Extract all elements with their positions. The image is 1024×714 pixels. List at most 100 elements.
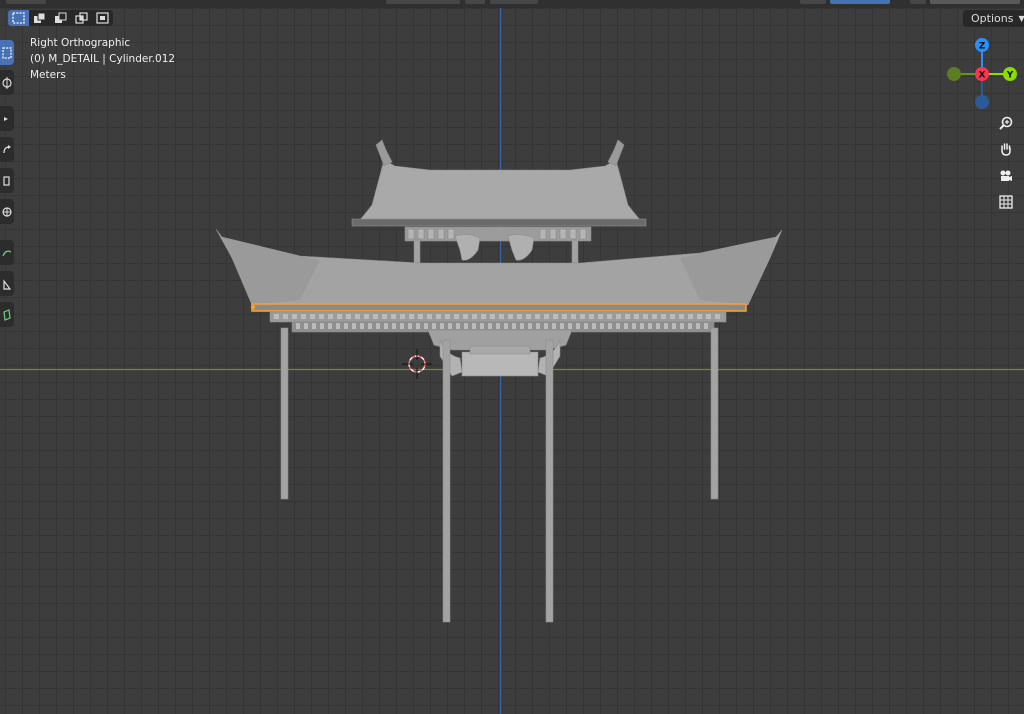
bracket-tooth bbox=[424, 323, 428, 329]
bracket-tooth bbox=[625, 314, 630, 319]
bracket-tooth bbox=[592, 323, 596, 329]
bracket-tooth bbox=[319, 314, 324, 319]
transform-icon bbox=[2, 206, 12, 217]
bracket-tooth bbox=[640, 323, 644, 329]
column-outer-right bbox=[710, 327, 719, 500]
tool-transform[interactable] bbox=[0, 199, 14, 224]
header-strip bbox=[0, 0, 1024, 8]
select-mode-group bbox=[8, 10, 113, 26]
bracket-tooth bbox=[464, 323, 468, 329]
bracket-tooth bbox=[562, 314, 567, 319]
pan-button[interactable] bbox=[995, 138, 1017, 160]
bracket-tooth bbox=[580, 314, 585, 319]
bracket-tooth bbox=[679, 314, 684, 319]
bracket-tooth bbox=[373, 314, 378, 319]
scale-icon bbox=[3, 175, 10, 186]
bracket-tooth bbox=[296, 323, 300, 329]
bracket-tooth bbox=[496, 323, 500, 329]
3d-cursor bbox=[402, 349, 432, 379]
column-inner-left bbox=[442, 339, 451, 623]
bracket-tooth bbox=[481, 314, 486, 319]
bracket-tooth bbox=[328, 314, 333, 319]
tool-annotate[interactable] bbox=[0, 240, 14, 265]
select-subtract-button[interactable] bbox=[50, 10, 71, 26]
bracket-tooth bbox=[320, 323, 324, 329]
zoom-button[interactable] bbox=[995, 112, 1017, 134]
bracket-tooth bbox=[391, 314, 396, 319]
select-box-icon bbox=[12, 12, 25, 24]
bracket-tooth bbox=[448, 323, 452, 329]
tool-move[interactable] bbox=[0, 106, 14, 131]
tool-rotate[interactable] bbox=[0, 137, 14, 162]
select-box-icon bbox=[2, 46, 12, 59]
bracket-tooth bbox=[364, 314, 369, 319]
select-intersect-button[interactable] bbox=[92, 10, 113, 26]
bracket-tooth bbox=[436, 314, 441, 319]
bracket-tooth bbox=[624, 323, 628, 329]
object-info-label: (0) M_DETAIL | Cylinder.012 bbox=[30, 53, 176, 65]
bracket-tooth bbox=[312, 323, 316, 329]
bracket-tooth bbox=[576, 323, 580, 329]
camera-view-button[interactable] bbox=[995, 165, 1017, 187]
bracket-tooth bbox=[432, 323, 436, 329]
bracket-tooth bbox=[600, 323, 604, 329]
bracket-tooth bbox=[274, 314, 279, 319]
bracket-tooth bbox=[301, 314, 306, 319]
bracket-tooth bbox=[704, 323, 708, 329]
zoom-icon bbox=[999, 116, 1013, 130]
bracket-tooth bbox=[508, 314, 513, 319]
bracket-tooth bbox=[418, 314, 423, 319]
bracket-tooth bbox=[672, 323, 676, 329]
select-extend-button[interactable] bbox=[29, 10, 50, 26]
bracket-tooth bbox=[400, 314, 405, 319]
tool-select-box[interactable] bbox=[0, 40, 14, 65]
bracket-tooth bbox=[427, 314, 432, 319]
gizmo-neg-z bbox=[975, 95, 989, 109]
bracket-tooth bbox=[416, 323, 420, 329]
bracket-tooth bbox=[616, 314, 621, 319]
gate-model bbox=[215, 139, 783, 623]
navigation-gizmo[interactable]: Z X Y bbox=[940, 35, 1024, 115]
bracket-tooth bbox=[536, 323, 540, 329]
hand-pan-icon bbox=[1001, 143, 1011, 156]
scene-canvas[interactable] bbox=[0, 0, 1024, 714]
bracket-tooth bbox=[520, 323, 524, 329]
bracket-tooth bbox=[376, 323, 380, 329]
bracket-tooth bbox=[589, 314, 594, 319]
ortho-toggle-button[interactable] bbox=[995, 191, 1017, 213]
bracket-tooth bbox=[632, 323, 636, 329]
select-new-button[interactable] bbox=[8, 10, 29, 26]
bracket-tooth bbox=[584, 323, 588, 329]
3d-viewport[interactable] bbox=[0, 0, 1024, 714]
bracket-tooth bbox=[352, 323, 356, 329]
select-difference-button[interactable] bbox=[71, 10, 92, 26]
bracket-tooth bbox=[344, 323, 348, 329]
bracket-tooth bbox=[568, 323, 572, 329]
tool-cursor[interactable] bbox=[0, 70, 14, 95]
bracket-tooth bbox=[526, 314, 531, 319]
bracket-tooth bbox=[544, 314, 549, 319]
bracket-tooth bbox=[336, 323, 340, 329]
camera-icon bbox=[1000, 170, 1012, 181]
bracket-tooth bbox=[544, 323, 548, 329]
bracket-tooth bbox=[368, 323, 372, 329]
column-inner-right bbox=[545, 339, 554, 623]
bracket-tooth bbox=[304, 323, 308, 329]
upper-ornament-left bbox=[454, 234, 481, 261]
bracket-tooth bbox=[384, 323, 388, 329]
bracket-tooth bbox=[552, 323, 556, 329]
bracket-tooth bbox=[608, 323, 612, 329]
upper-roof-finial-left bbox=[375, 139, 393, 167]
options-button[interactable]: Options ▼ bbox=[963, 10, 1024, 27]
tool-add-cube[interactable] bbox=[0, 302, 14, 327]
tool-measure[interactable] bbox=[0, 271, 14, 296]
bracket-tooth bbox=[696, 323, 700, 329]
bracket-tooth bbox=[598, 314, 603, 319]
bracket-tooth bbox=[328, 323, 332, 329]
tool-scale[interactable] bbox=[0, 168, 14, 193]
plaque bbox=[461, 351, 539, 377]
column-outer-left bbox=[280, 327, 289, 500]
upper-ornament-right bbox=[507, 234, 535, 261]
chevron-down-icon: ▼ bbox=[1018, 14, 1024, 23]
bracket-tooth bbox=[648, 323, 652, 329]
